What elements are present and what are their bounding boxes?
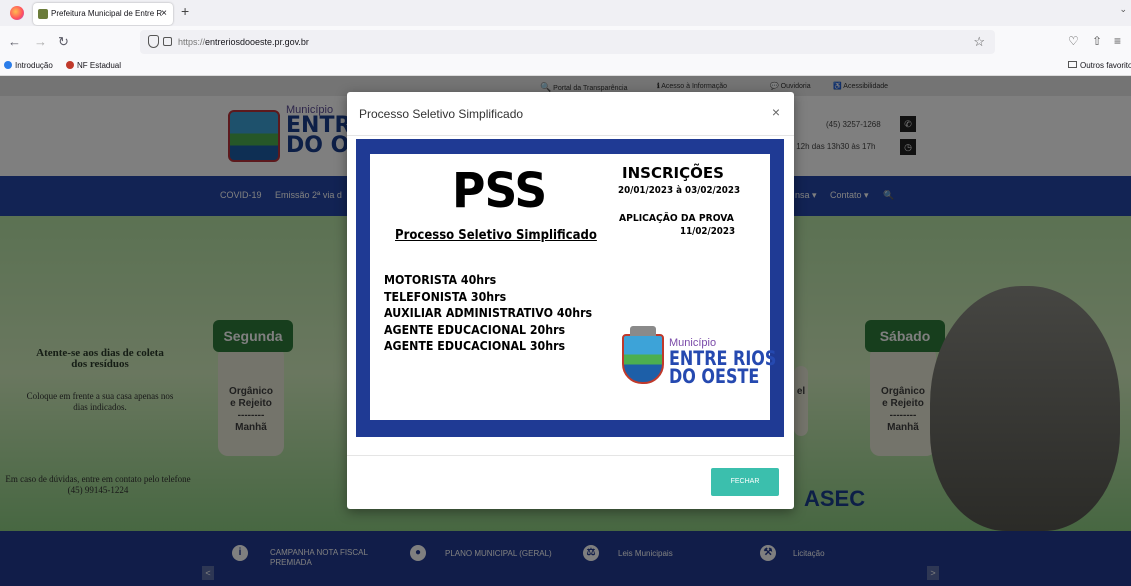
back-arrow-icon[interactable]: ← xyxy=(8,34,21,49)
bookmark-star-icon[interactable]: ☆ xyxy=(973,30,985,54)
browser-tab[interactable]: Prefeitura Municipal de Entre R × xyxy=(33,3,173,25)
other-bookmarks[interactable]: Outros favoritos xyxy=(1068,61,1131,70)
reload-icon[interactable]: ↻ xyxy=(58,34,69,50)
list-item: AUXILIAR ADMINISTRATIVO 40hrs xyxy=(384,306,593,320)
url-protocol: https:// xyxy=(178,37,206,47)
list-tabs-chevron-icon[interactable]: ⌄ xyxy=(1119,4,1127,15)
poster-subtitle: Processo Seletivo Simplificado xyxy=(395,228,597,243)
share-icon[interactable]: ⇧ xyxy=(1092,34,1102,48)
list-item: MOTORISTA 40hrs xyxy=(384,273,497,287)
url-host: entreriosdooeste.pr.gov.br xyxy=(205,37,309,47)
browser-tab-bar: Prefeitura Municipal de Entre R × + ⌄ xyxy=(0,0,1131,26)
poster-content: PSS Processo Seletivo Simplificado INSCR… xyxy=(370,154,776,420)
modal-header: Processo Seletivo Simplificado × xyxy=(347,92,794,136)
badge-icon xyxy=(66,61,74,69)
globe-icon xyxy=(4,61,12,69)
registration-title: INSCRIÇÕES xyxy=(622,164,724,182)
job-list: MOTORISTA 40hrs TELEFONISTA 30hrs AUXILI… xyxy=(384,272,610,355)
pss-poster-image: PSS Processo Seletivo Simplificado INSCR… xyxy=(356,139,784,437)
firefox-icon[interactable] xyxy=(10,6,24,20)
tab-title: Prefeitura Municipal de Entre R xyxy=(51,9,163,18)
tracking-shield-icon[interactable] xyxy=(148,35,159,48)
new-tab-button[interactable]: + xyxy=(181,3,189,19)
menu-hamburger-icon[interactable]: ≡ xyxy=(1114,34,1121,48)
close-icon[interactable]: × xyxy=(772,104,780,120)
tab-close-icon[interactable]: × xyxy=(161,3,167,25)
pocket-icon[interactable]: ♡ xyxy=(1068,34,1079,48)
site-favicon-icon xyxy=(38,9,48,19)
url-bar[interactable]: https://entreriosdooeste.pr.gov.br ☆ xyxy=(140,30,995,54)
bookmark-nf-estadual[interactable]: NF Estadual xyxy=(66,61,121,70)
poster-headline: PSS xyxy=(452,163,547,219)
modal-title: Processo Seletivo Simplificado xyxy=(359,107,524,121)
registration-dates: 20/01/2023 à 03/02/2023 xyxy=(618,185,741,196)
browser-nav-bar: ← → ↻ https://entreriosdooeste.pr.gov.br… xyxy=(0,26,1131,58)
exam-date: 11/02/2023 xyxy=(680,226,736,237)
poster-logo-name: ENTRE RIOS DO OESTE xyxy=(669,347,777,388)
close-button[interactable]: FECHAR xyxy=(711,468,779,496)
bookmarks-bar: Introdução NF Estadual Outros favoritos xyxy=(0,58,1131,76)
list-item: TELEFONISTA 30hrs xyxy=(384,289,507,304)
forward-arrow-icon[interactable]: → xyxy=(34,34,47,49)
folder-icon xyxy=(1068,61,1077,68)
municipality-crest-icon xyxy=(622,326,664,384)
list-item: AGENTE EDUCACIONAL 30hrs xyxy=(384,339,566,353)
modal-footer: FECHAR xyxy=(347,455,794,509)
lock-icon[interactable] xyxy=(163,37,172,46)
exam-title: APLICAÇÃO DA PROVA xyxy=(619,213,734,224)
pss-modal: Processo Seletivo Simplificado × PSS Pro… xyxy=(347,92,794,509)
bookmark-introducao[interactable]: Introdução xyxy=(4,61,53,70)
list-item: AGENTE EDUCACIONAL 20hrs xyxy=(384,322,566,337)
